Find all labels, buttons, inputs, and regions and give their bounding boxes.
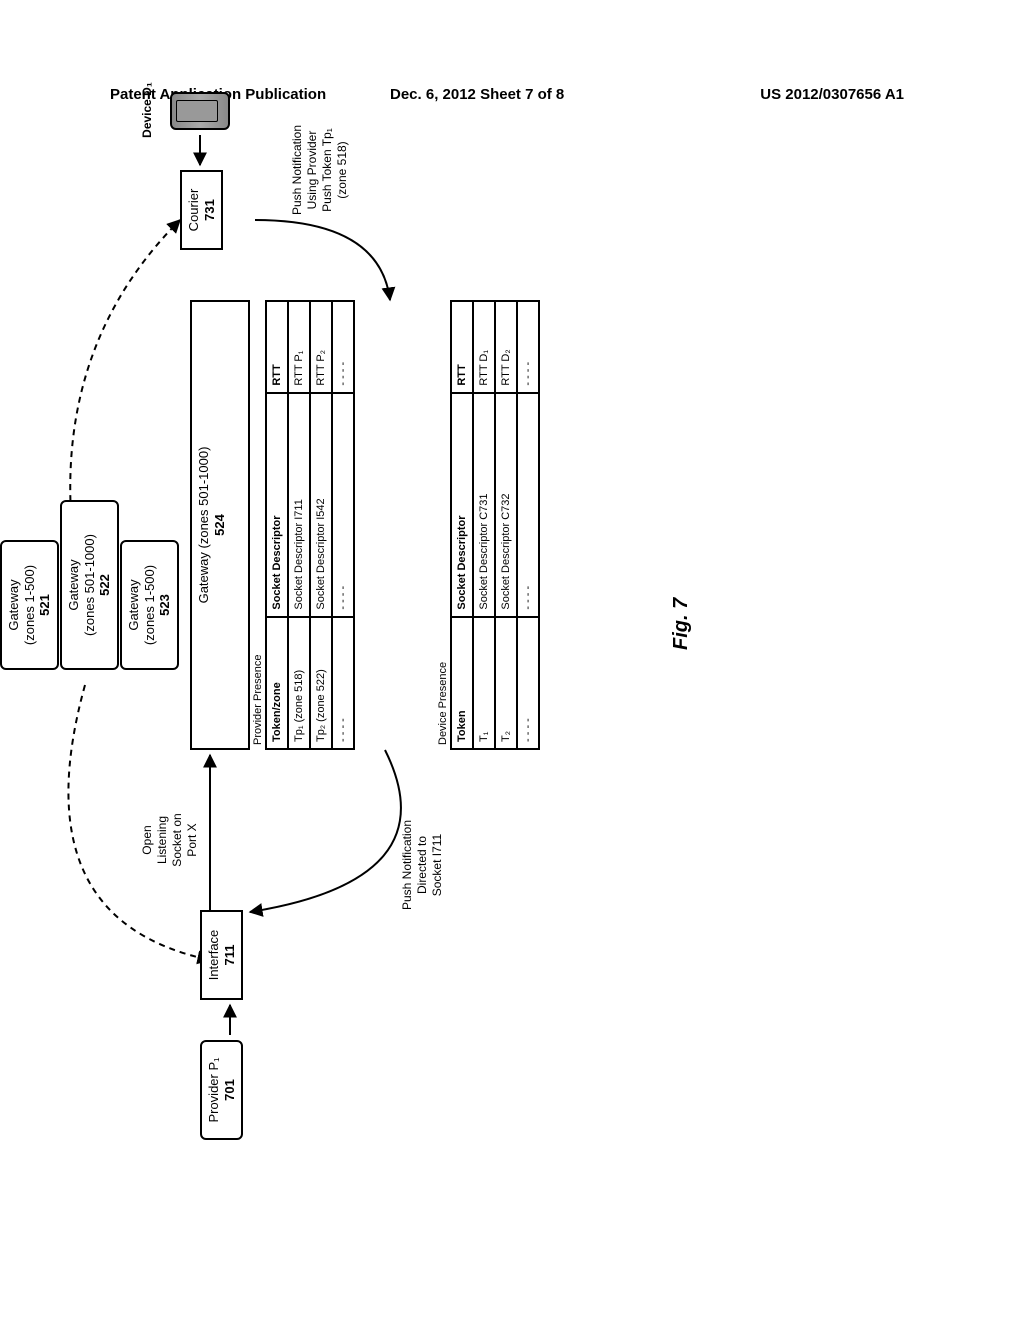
provider-label: Provider P₁ [206,1048,222,1132]
gateway-522-line1: Gateway [66,508,82,662]
device-icon [170,92,230,130]
cell: Socket Descriptor I542 [310,393,332,617]
annotation-push-i711: Push Notification Directed to Socket I71… [400,800,445,930]
cell: RTT P₁ [288,301,310,393]
prov-h1: Token/zone [266,617,288,749]
cell: Socket Descriptor I711 [288,393,310,617]
cell: - - - - [517,301,539,393]
gateway-521: Gateway (zones 1-500) 521 [0,540,59,670]
cell: - - - - [517,393,539,617]
provider-presence-table: Token/zone Socket Descriptor RTT Tp₁ (zo… [265,300,355,750]
provider-box: Provider P₁ 701 [200,1040,243,1140]
figure-label: Fig. 7 [670,598,693,650]
gateway-523-num: 523 [157,548,173,662]
device-presence-table: Token Socket Descriptor RTT T₁ Socket De… [450,300,540,750]
cell: - - - - [332,393,354,617]
cell: - - - - [332,617,354,749]
table-row: - - - - - - - - - - - - [517,301,539,749]
dev-h2: Socket Descriptor [451,393,473,617]
interface-box: Interface 711 [200,910,243,1000]
gateway-522-num: 522 [97,508,113,662]
gateway-524: Gateway (zones 501-1000) 524 [190,300,250,750]
cell: - - - - [332,301,354,393]
cell: T₂ [495,617,517,749]
dev-h1: Token [451,617,473,749]
cell: Socket Descriptor C731 [473,393,495,617]
gateway-523-line2: (zones 1-500) [142,548,158,662]
gateway-523: Gateway (zones 1-500) 523 [120,540,179,670]
table-row: T₁ Socket Descriptor C731 RTT D₁ [473,301,495,749]
table-row: - - - - - - - - - - - - [332,301,354,749]
courier-box: Courier 731 [180,170,223,250]
device-presence-title: Device Presence [437,662,451,745]
courier-label: Courier [186,178,202,242]
annotation-push-token: Push Notification Using Provider Push To… [290,100,350,240]
provider-num: 701 [222,1048,238,1132]
cell: - - - - [517,617,539,749]
dev-h3: RTT [451,301,473,393]
prov-h3: RTT [266,301,288,393]
gateway-522-line2: (zones 501-1000) [82,508,98,662]
header-right: US 2012/0307656 A1 [760,86,904,103]
cell: T₁ [473,617,495,749]
provider-presence-title: Provider Presence [252,655,266,746]
cell: Socket Descriptor C732 [495,393,517,617]
cell: RTT D₂ [495,301,517,393]
table-row: Tp₁ (zone 518) Socket Descriptor I711 RT… [288,301,310,749]
gateway-524-num: 524 [212,308,228,742]
table-row: T₂ Socket Descriptor C732 RTT D₂ [495,301,517,749]
gateway-521-num: 521 [37,548,53,662]
device-label: Device D₁ [140,70,155,150]
gateway-523-line1: Gateway [126,548,142,662]
cell: RTT D₁ [473,301,495,393]
cell: RTT P₂ [310,301,332,393]
gateway-522: Gateway (zones 501-1000) 522 [60,500,119,670]
interface-label: Interface [206,918,222,992]
annotation-open-socket: Open Listening Socket on Port X [140,795,200,885]
gateway-524-line1: Gateway (zones 501-1000) [196,308,212,742]
gateway-521-line2: (zones 1-500) [22,548,38,662]
interface-num: 711 [222,918,238,992]
prov-h2: Socket Descriptor [266,393,288,617]
gateway-521-line1: Gateway [6,548,22,662]
cell: Tp₁ (zone 518) [288,617,310,749]
courier-num: 731 [202,178,218,242]
table-row: Tp₂ (zone 522) Socket Descriptor I542 RT… [310,301,332,749]
cell: Tp₂ (zone 522) [310,617,332,749]
figure-diagram: Gateway (zones 1-500) 521 Gateway (zones… [40,270,1000,1030]
